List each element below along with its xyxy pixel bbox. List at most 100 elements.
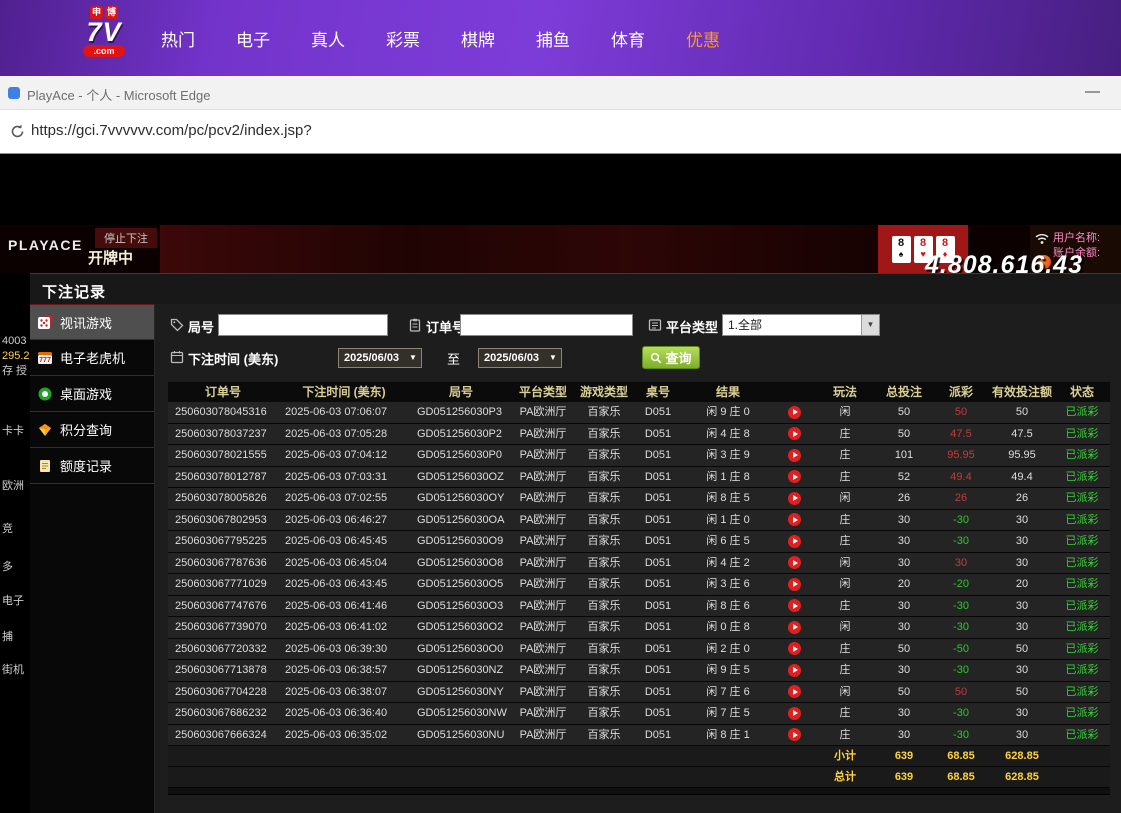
replay-button[interactable] bbox=[774, 531, 814, 552]
table-row: 250603067739070 2025-06-03 06:41:02 GD05… bbox=[168, 617, 1110, 639]
bet-records-table: 订单号 下注时间 (美东) 局号 平台类型 游戏类型 桌号 结果 玩法 总投注 … bbox=[168, 382, 1110, 795]
cell-round-id: GD051256030O5 bbox=[410, 574, 512, 595]
cell-play-method: 闲 bbox=[814, 488, 876, 509]
cell-table-number: D051 bbox=[634, 660, 682, 681]
order-input[interactable] bbox=[460, 314, 633, 336]
reload-icon[interactable] bbox=[9, 123, 26, 140]
play-icon bbox=[788, 535, 801, 548]
replay-button[interactable] bbox=[774, 703, 814, 724]
round-input[interactable] bbox=[218, 314, 388, 336]
cell-status: 已派彩 bbox=[1054, 596, 1110, 617]
nav-item-hot[interactable]: 热门 bbox=[161, 26, 195, 51]
cell-total-bet: 52 bbox=[876, 467, 932, 488]
address-bar[interactable]: https://gci.7vvvvvv.com/pc/pcv2/index.js… bbox=[31, 122, 312, 139]
menu-item-video-games[interactable]: 视讯游戏 bbox=[30, 304, 154, 340]
cell-total-bet: 20 bbox=[876, 574, 932, 595]
records-content: 局号 订单号 平台类型 1.全部 bbox=[155, 304, 1121, 813]
cell-game-type: 百家乐 bbox=[574, 682, 634, 703]
replay-button[interactable] bbox=[774, 574, 814, 595]
search-button[interactable]: 查询 bbox=[642, 346, 700, 369]
replay-button[interactable] bbox=[774, 488, 814, 509]
cell-status: 已派彩 bbox=[1054, 467, 1110, 488]
date-to-select[interactable]: 2025/06/03 ▼ bbox=[478, 348, 562, 368]
replay-button[interactable] bbox=[774, 510, 814, 531]
cell-payout: 49.4 bbox=[932, 467, 990, 488]
nav-item-fishing[interactable]: 捕鱼 bbox=[536, 26, 570, 51]
site-header: 申 博 7V .com 热门 电子 真人 彩票 棋牌 捕鱼 体育 优惠 bbox=[0, 0, 1121, 76]
magnifier-icon bbox=[650, 352, 662, 364]
replay-button[interactable] bbox=[774, 402, 814, 423]
total-label: 总计 bbox=[814, 767, 876, 787]
cell-status: 已派彩 bbox=[1054, 510, 1110, 531]
cell-table-number: D051 bbox=[634, 574, 682, 595]
column-header: 结果 bbox=[682, 382, 774, 402]
cell-order-number: 250603078045316 bbox=[168, 402, 278, 423]
cell-play-method: 庄 bbox=[814, 703, 876, 724]
cell-table-number: D051 bbox=[634, 703, 682, 724]
cell-round-id: GD051256030O3 bbox=[410, 596, 512, 617]
date-from-select[interactable]: 2025/06/03 ▼ bbox=[338, 348, 422, 368]
table-row: 250603067795225 2025-06-03 06:45:45 GD05… bbox=[168, 531, 1110, 553]
column-header: 总投注 bbox=[876, 382, 932, 402]
cell-result: 闲 1 庄 0 bbox=[682, 510, 774, 531]
table-row: 250603078037237 2025-06-03 07:05:28 GD05… bbox=[168, 424, 1110, 446]
replay-button[interactable] bbox=[774, 424, 814, 445]
cell-play-method: 庄 bbox=[814, 725, 876, 746]
column-header: 玩法 bbox=[814, 382, 876, 402]
replay-button[interactable] bbox=[774, 553, 814, 574]
replay-button[interactable] bbox=[774, 596, 814, 617]
nav-item-chess[interactable]: 棋牌 bbox=[461, 26, 495, 51]
cell-order-number: 250603067686232 bbox=[168, 703, 278, 724]
menu-item-quota-records[interactable]: 额度记录 bbox=[30, 448, 154, 484]
cell-platform: PA欧洲厅 bbox=[512, 467, 574, 488]
nav-item-promotions[interactable]: 优惠 bbox=[686, 26, 720, 51]
cell-order-number: 250603067739070 bbox=[168, 617, 278, 638]
replay-button[interactable] bbox=[774, 467, 814, 488]
menu-item-table-games[interactable]: 桌面游戏 bbox=[30, 376, 154, 412]
cell-result: 闲 8 庄 5 bbox=[682, 488, 774, 509]
nav-item-electronic[interactable]: 电子 bbox=[236, 26, 270, 51]
play-icon bbox=[788, 642, 801, 655]
roulette-icon bbox=[37, 386, 53, 402]
cell-order-number: 250603067802953 bbox=[168, 510, 278, 531]
nav-item-lottery[interactable]: 彩票 bbox=[386, 26, 420, 51]
cell-status: 已派彩 bbox=[1054, 402, 1110, 423]
play-icon bbox=[788, 728, 801, 741]
menu-item-slots[interactable]: 777 电子老虎机 bbox=[30, 340, 154, 376]
replay-button[interactable] bbox=[774, 639, 814, 660]
cell-table-number: D051 bbox=[634, 531, 682, 552]
list-icon bbox=[648, 318, 662, 332]
cell-result: 闲 4 庄 2 bbox=[682, 553, 774, 574]
platform-select[interactable]: 1.全部 ▼ bbox=[722, 314, 880, 336]
replay-button[interactable] bbox=[774, 445, 814, 466]
replay-button[interactable] bbox=[774, 617, 814, 638]
document-icon bbox=[37, 458, 53, 474]
cell-play-method: 庄 bbox=[814, 639, 876, 660]
total-row: 总计 639 68.85 628.85 bbox=[168, 767, 1110, 788]
replay-button[interactable] bbox=[774, 660, 814, 681]
site-logo[interactable]: 申 博 7V .com bbox=[76, 6, 132, 57]
nav-item-sports[interactable]: 体育 bbox=[611, 26, 645, 51]
wifi-icon bbox=[1034, 231, 1050, 245]
cell-result: 闲 9 庄 0 bbox=[682, 402, 774, 423]
bet-records-panel: 下注记录 视讯游戏 777 bbox=[30, 273, 1121, 813]
cell-order-number: 250603067787636 bbox=[168, 553, 278, 574]
replay-button[interactable] bbox=[774, 725, 814, 746]
cell-total-bet: 30 bbox=[876, 660, 932, 681]
play-icon bbox=[788, 492, 801, 505]
replay-button[interactable] bbox=[774, 682, 814, 703]
minimize-button[interactable]: — bbox=[1085, 83, 1100, 100]
platform-select-value: 1.全部 bbox=[728, 318, 762, 332]
cell-valid-bet: 30 bbox=[990, 703, 1054, 724]
menu-item-label: 桌面游戏 bbox=[60, 384, 112, 403]
cell-round-id: GD051256030NU bbox=[410, 725, 512, 746]
menu-item-points-query[interactable]: 积分查询 bbox=[30, 412, 154, 448]
cell-bet-time: 2025-06-03 07:03:31 bbox=[278, 467, 410, 488]
cell-payout: -30 bbox=[932, 725, 990, 746]
cell-payout: 26 bbox=[932, 488, 990, 509]
screen: 申 博 7V .com 热门 电子 真人 彩票 棋牌 捕鱼 体育 优惠 Play… bbox=[0, 0, 1121, 813]
cell-platform: PA欧洲厅 bbox=[512, 682, 574, 703]
nav-item-live[interactable]: 真人 bbox=[311, 26, 345, 51]
cell-platform: PA欧洲厅 bbox=[512, 488, 574, 509]
records-menu: 视讯游戏 777 电子老虎机 桌面游戏 bbox=[30, 304, 155, 813]
